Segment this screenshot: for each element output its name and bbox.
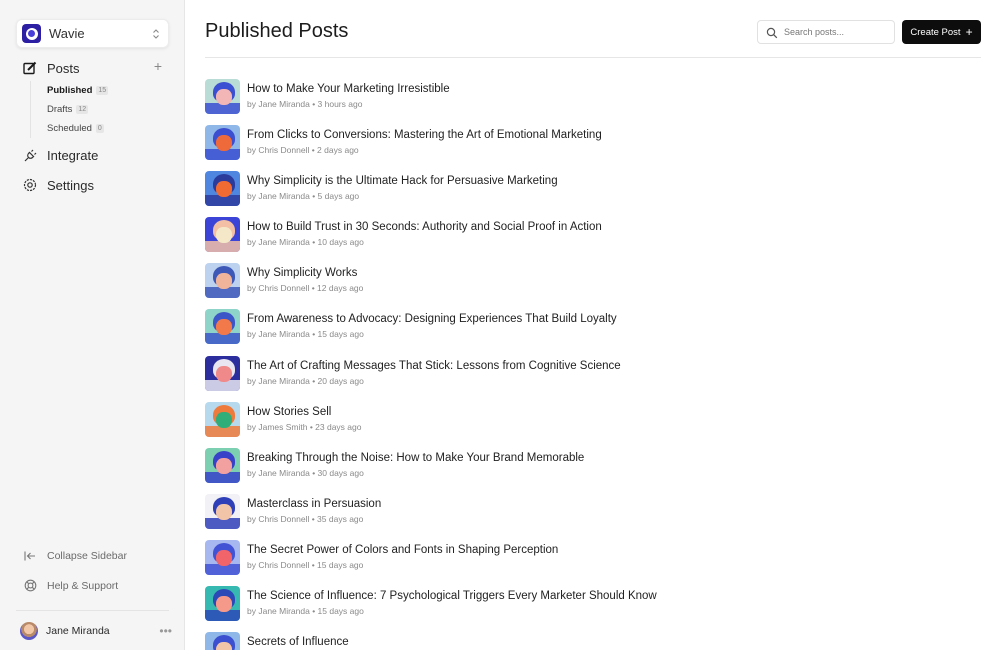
post-meta: by Jane Miranda • 5 days ago xyxy=(247,191,360,202)
workspace-switcher[interactable]: Wavie xyxy=(16,19,169,48)
user-menu[interactable]: Jane Miranda ••• xyxy=(20,622,172,640)
post-list-item[interactable]: Secrets of Influence xyxy=(205,632,657,650)
plus-icon: + xyxy=(965,25,973,39)
main-content: Published Posts Create Post + How to Mak… xyxy=(185,0,1000,650)
post-thumbnail xyxy=(205,632,240,650)
post-title[interactable]: Why Simplicity Works xyxy=(247,266,363,280)
add-post-plus-icon[interactable]: + xyxy=(154,58,162,74)
post-meta: by Jane Miranda • 3 hours ago xyxy=(247,99,363,109)
sidebar-subitem-drafts[interactable]: Drafts 12 xyxy=(47,100,108,119)
post-title[interactable]: How Stories Sell xyxy=(247,405,361,419)
count-badge: 0 xyxy=(95,124,104,133)
post-meta: by Jane Miranda • 15 days ago xyxy=(247,329,364,340)
post-title[interactable]: Why Simplicity is the Ultimate Hack for … xyxy=(247,174,558,188)
count-badge: 12 xyxy=(76,105,89,114)
page-title: Published Posts xyxy=(205,20,349,42)
post-thumbnail xyxy=(205,586,240,622)
post-thumbnail xyxy=(205,401,240,437)
post-title[interactable]: From Awareness to Advocacy: Designing Ex… xyxy=(247,312,617,326)
post-list-item[interactable]: The Secret Power of Colors and Fonts in … xyxy=(205,539,657,586)
search-icon xyxy=(766,26,778,39)
subitem-label: Scheduled xyxy=(47,123,92,134)
subitem-label: Published xyxy=(47,85,93,96)
workspace-logo-icon xyxy=(22,24,41,43)
sidebar-item-label: Settings xyxy=(47,177,94,193)
post-title[interactable]: The Science of Influence: 7 Psychologica… xyxy=(247,589,657,603)
post-meta: by Jane Miranda • 20 days ago xyxy=(247,375,364,386)
post-list-item[interactable]: How Stories Sell by James Smith • 23 days… xyxy=(205,401,657,448)
post-thumbnail xyxy=(205,539,240,575)
post-list-item[interactable]: From Clicks to Conversions: Mastering th… xyxy=(205,125,657,171)
post-title[interactable]: Breaking Through the Noise: How to Make … xyxy=(247,451,584,465)
post-thumbnail xyxy=(205,355,240,391)
gear-icon xyxy=(22,177,38,193)
post-list-item[interactable]: Masterclass in Persuasion by Chris Donnel… xyxy=(205,493,657,540)
post-title[interactable]: How to Build Trust in 30 Seconds: Author… xyxy=(247,220,602,234)
sidebar-item-label: Posts xyxy=(47,60,80,76)
post-meta: by Chris Donnell • 15 days ago xyxy=(247,559,364,570)
post-title[interactable]: The Secret Power of Colors and Fonts in … xyxy=(247,543,558,557)
count-badge: 15 xyxy=(96,86,109,95)
help-support-button[interactable]: Help & Support xyxy=(22,579,118,592)
create-post-label: Create Post xyxy=(910,26,961,38)
post-title[interactable]: From Clicks to Conversions: Mastering th… xyxy=(247,128,602,142)
ellipsis-icon[interactable]: ••• xyxy=(159,624,172,638)
post-meta: by James Smith • 23 days ago xyxy=(247,421,362,432)
help-support-label: Help & Support xyxy=(47,579,119,592)
lifebuoy-icon xyxy=(22,579,38,592)
posts-submenu: Published 15 Drafts 12 Scheduled 0 xyxy=(30,81,109,138)
sidebar-divider xyxy=(16,610,169,611)
plug-icon xyxy=(22,147,38,163)
post-thumbnail xyxy=(205,217,240,253)
post-list-item[interactable]: From Awareness to Advocacy: Designing Ex… xyxy=(205,309,657,355)
collapse-sidebar-label: Collapse Sidebar xyxy=(47,550,127,562)
sidebar-subitem-scheduled[interactable]: Scheduled 0 xyxy=(47,119,108,138)
post-list-item[interactable]: Why Simplicity Works by Chris Donnell • 1… xyxy=(205,263,657,309)
search-input[interactable] xyxy=(784,27,884,37)
sidebar-item-posts[interactable]: Posts + xyxy=(22,58,162,76)
workspace-name: Wavie xyxy=(49,26,85,41)
header-divider xyxy=(205,57,981,58)
post-list-item[interactable]: The Art of Crafting Messages That Stick:… xyxy=(205,355,657,402)
collapse-sidebar-button[interactable]: Collapse Sidebar xyxy=(22,550,127,562)
sidebar-subitem-published[interactable]: Published 15 xyxy=(47,81,109,100)
post-list-item[interactable]: Why Simplicity is the Ultimate Hack for … xyxy=(205,171,657,217)
post-meta: by Chris Donnell • 12 days ago xyxy=(247,283,364,294)
post-list-item[interactable]: The Science of Influence: 7 Psychologica… xyxy=(205,586,657,632)
post-list: How to Make Your Marketing Irresistible b… xyxy=(205,79,657,650)
post-thumbnail xyxy=(205,79,240,114)
post-thumbnail xyxy=(205,171,240,207)
post-meta: by Chris Donnell • 35 days ago xyxy=(247,513,364,524)
post-thumbnail xyxy=(205,493,240,529)
subitem-label: Drafts xyxy=(47,104,73,115)
post-title[interactable]: How to Make Your Marketing Irresistible xyxy=(247,82,450,96)
post-title[interactable]: The Art of Crafting Messages That Stick:… xyxy=(247,359,621,373)
app-window: Wavie Posts + Published 15 Drafts 12 Sch… xyxy=(0,0,1000,650)
post-meta: by Jane Miranda • 30 days ago xyxy=(247,467,364,478)
post-meta: by Chris Donnell • 2 days ago xyxy=(247,145,359,156)
edit-icon xyxy=(22,60,38,76)
post-list-item[interactable]: Breaking Through the Noise: How to Make … xyxy=(205,447,657,494)
post-meta: by Jane Miranda • 15 days ago xyxy=(247,606,364,617)
sidebar-item-label: Integrate xyxy=(47,147,99,163)
user-name: Jane Miranda xyxy=(46,625,110,637)
post-thumbnail xyxy=(205,263,240,299)
collapse-arrow-icon xyxy=(22,551,38,561)
search-box[interactable] xyxy=(757,20,895,44)
sidebar-item-settings[interactable]: Settings xyxy=(22,177,94,193)
sidebar-item-integrate[interactable]: Integrate xyxy=(22,147,98,163)
sidebar: Wavie Posts + Published 15 Drafts 12 Sch… xyxy=(0,0,185,650)
post-list-item[interactable]: How to Make Your Marketing Irresistible b… xyxy=(205,79,657,125)
post-title[interactable]: Masterclass in Persuasion xyxy=(247,497,381,511)
post-thumbnail xyxy=(205,447,240,483)
post-thumbnail xyxy=(205,309,240,345)
chevron-up-down-icon xyxy=(152,28,160,40)
post-title[interactable]: Secrets of Influence xyxy=(247,635,349,649)
post-meta: by Jane Miranda • 10 days ago xyxy=(247,237,364,248)
create-post-button[interactable]: Create Post + xyxy=(902,20,981,44)
avatar xyxy=(20,622,38,640)
post-list-item[interactable]: How to Build Trust in 30 Seconds: Author… xyxy=(205,217,657,263)
post-thumbnail xyxy=(205,125,240,161)
